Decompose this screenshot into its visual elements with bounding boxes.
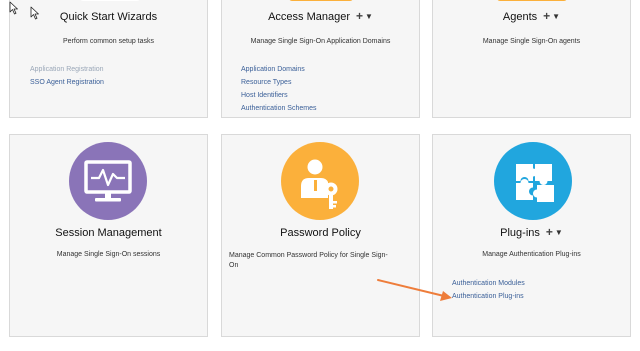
session-icon-circle[interactable] xyxy=(69,142,147,220)
card-title[interactable]: Access Manager + ▼ xyxy=(222,10,419,23)
link-application-registration[interactable]: Application Registration xyxy=(30,63,104,76)
link-authentication-schemes[interactable]: Authentication Schemes xyxy=(241,102,317,115)
plus-icon[interactable]: + xyxy=(543,10,550,22)
mouse-cursor-icon xyxy=(9,1,18,15)
card-description: Manage Single Sign-On agents xyxy=(482,38,581,45)
plus-icon[interactable]: + xyxy=(546,226,553,238)
caret-down-icon[interactable]: ▼ xyxy=(555,228,563,237)
card-description: Manage Single Sign-On Application Domain… xyxy=(250,38,391,45)
card-title[interactable]: Plug-ins + ▼ xyxy=(433,226,630,239)
puzzle-icon xyxy=(516,164,554,202)
card-title[interactable]: Password Policy xyxy=(222,227,419,239)
link-resource-types[interactable]: Resource Types xyxy=(241,76,317,89)
card-title[interactable]: Agents + ▼ xyxy=(433,10,630,23)
monitor-icon xyxy=(84,160,132,202)
link-authentication-plugins[interactable]: Authentication Plug-ins xyxy=(452,290,525,303)
caret-down-icon[interactable]: ▼ xyxy=(552,12,560,21)
link-authentication-modules[interactable]: Authentication Modules xyxy=(452,277,525,290)
card-description: Manage Single Sign-On sessions xyxy=(56,251,161,258)
quick-start-icon-partial xyxy=(80,0,140,1)
card-plugins: Plug-ins + ▼ Manage Authentication Plug-in… xyxy=(432,134,631,337)
card-access-manager: Access Manager + ▼ Manage Single Sign-On A… xyxy=(221,0,420,118)
card-session-management: Session Management Manage Single Sign-On… xyxy=(9,134,208,337)
card-description: Manage Authentication Plug-ins xyxy=(482,251,581,258)
access-manager-icon-partial xyxy=(289,0,353,1)
card-links: Authentication Modules Authentication Pl… xyxy=(452,277,525,303)
plugins-icon-circle[interactable] xyxy=(494,142,572,220)
user-key-icon xyxy=(301,159,338,209)
card-links: Application Registration SSO Agent Regis… xyxy=(30,63,104,89)
agents-icon-partial xyxy=(497,0,567,1)
mouse-cursor-icon xyxy=(30,6,39,20)
card-title[interactable]: Session Management xyxy=(10,227,207,239)
annotation-arrow-icon xyxy=(377,279,452,301)
link-host-identifiers[interactable]: Host Identifiers xyxy=(241,89,317,102)
link-application-domains[interactable]: Application Domains xyxy=(241,63,317,76)
caret-down-icon[interactable]: ▼ xyxy=(365,12,373,21)
link-sso-agent-registration[interactable]: SSO Agent Registration xyxy=(30,76,104,89)
card-description: Manage Common Password Policy for Single… xyxy=(229,252,388,269)
card-description: Perform common setup tasks xyxy=(62,38,155,45)
password-icon-circle[interactable] xyxy=(281,142,359,220)
card-links: Application Domains Resource Types Host … xyxy=(241,63,317,115)
card-agents: Agents + ▼ Manage Single Sign-On agents xyxy=(432,0,631,118)
plus-icon[interactable]: + xyxy=(356,10,363,22)
